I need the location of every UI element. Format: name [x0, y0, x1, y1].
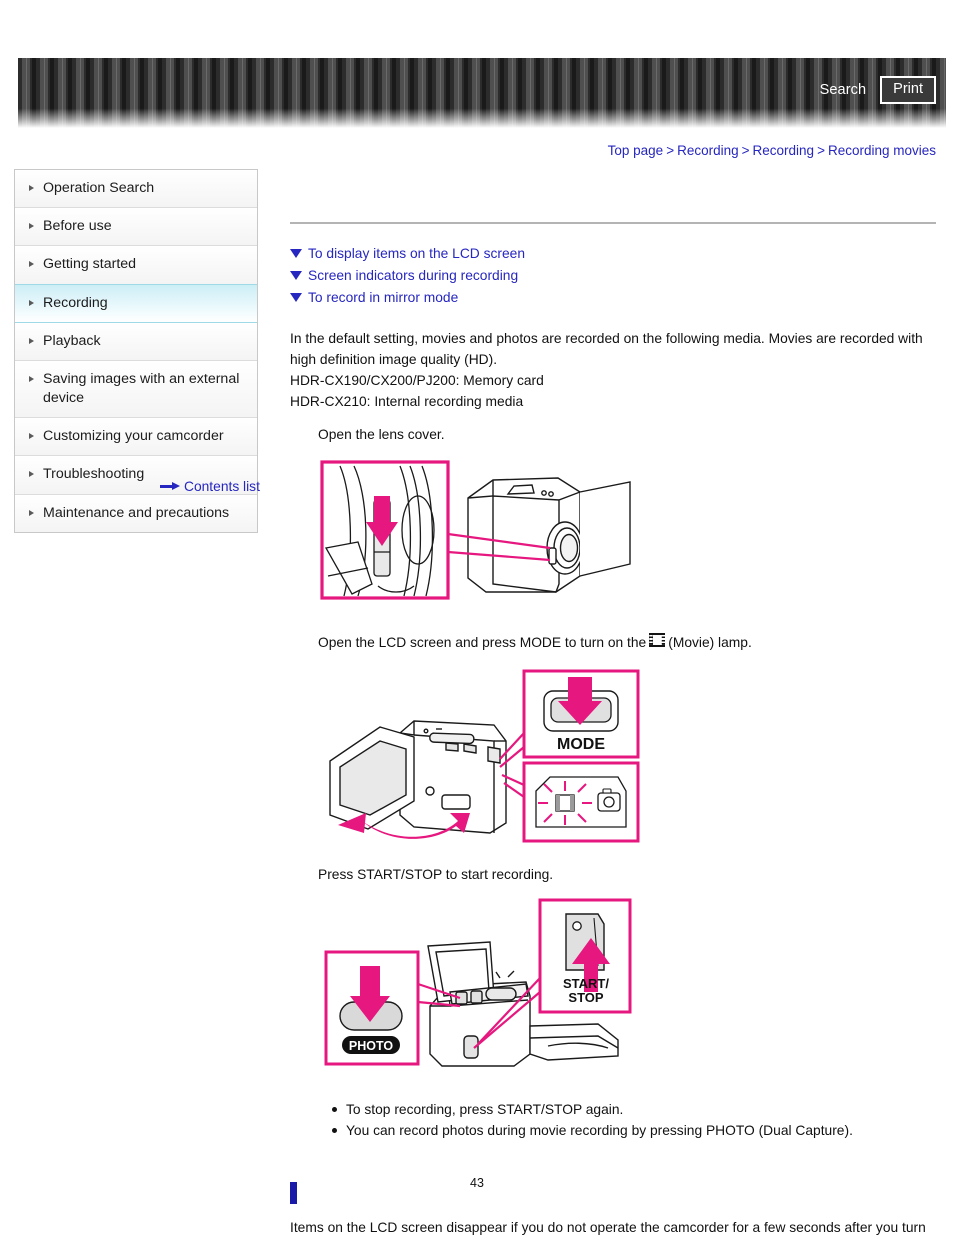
camcorder-mode-button-figure: MODE: [318, 663, 936, 853]
anchor-link-screen-indicators[interactable]: Screen indicators during recording: [290, 268, 936, 283]
arrow-right-icon: [160, 482, 180, 491]
site-header-banner: Search Print: [18, 58, 946, 128]
step-3-text: Press START/STOP to start recording.: [318, 865, 936, 886]
sidebar-item-label: Operation Search: [43, 180, 155, 196]
breadcrumb-separator: >: [666, 143, 675, 158]
sidebar-item-label: Before use: [43, 218, 112, 235]
step-3-label: Press START/STOP to start recording.: [318, 867, 554, 883]
camcorder-lens-cover-diagram: [320, 459, 631, 600]
mode-callout-label: MODE: [557, 736, 605, 753]
step-2-label-after: (Movie) lamp.: [668, 634, 752, 650]
sidebar-item-label: Maintenance and precautions: [43, 504, 230, 521]
movie-film-icon: [649, 632, 666, 647]
triangle-down-icon: [290, 249, 302, 258]
stop-callout-label: STOP: [568, 990, 603, 1005]
intro-line-2: high definition image quality (HD).: [290, 351, 498, 367]
anchor-link-mirror-mode[interactable]: To record in mirror mode: [290, 290, 936, 305]
breadcrumb-item-recording-sub[interactable]: Recording: [753, 143, 815, 158]
sidebar-item-recording[interactable]: Recording: [15, 283, 257, 323]
breadcrumb-item-current: Recording movies: [827, 143, 936, 158]
anchor-link-label: To display items on the LCD screen: [308, 246, 526, 261]
breadcrumb-separator: >: [741, 143, 750, 158]
step-2-label-before: Open the LCD screen and press MODE to tu…: [318, 634, 647, 650]
intro-line-1: In the default setting, movies and photo…: [290, 331, 923, 346]
sidebar-item-maintenance[interactable]: Maintenance and precautions: [15, 494, 257, 532]
search-link[interactable]: Search: [820, 82, 867, 98]
print-button[interactable]: Print: [880, 76, 936, 104]
anchor-link-label: To record in mirror mode: [308, 290, 459, 305]
sidebar-item-operation-search[interactable]: Operation Search: [15, 170, 257, 209]
step-2-text: Open the LCD screen and press MODE to tu…: [318, 632, 936, 654]
main-content: To display items on the LCD screen Scree…: [290, 160, 936, 1238]
sidebar-item-customizing[interactable]: Customizing your camcorder: [15, 418, 257, 457]
bullet-item: You can record photos during movie recor…: [330, 1120, 936, 1141]
contents-list-label: Contents list: [184, 479, 260, 494]
breadcrumb-separator: >: [817, 143, 825, 158]
anchor-link-display-items[interactable]: To display items on the LCD screen: [290, 246, 936, 261]
triangle-down-icon: [290, 293, 302, 302]
step-1-label: Open the lens cover.: [318, 426, 445, 442]
contents-list-link[interactable]: Contents list: [160, 479, 260, 494]
camcorder-mode-button-diagram: MODE: [329, 669, 640, 843]
header-controls: Search Print: [820, 76, 936, 104]
intro-paragraph: In the default setting, movies and photo…: [290, 329, 936, 413]
page-number: 43: [470, 1176, 484, 1190]
sidebar-item-label: Customizing your camcorder: [43, 428, 224, 445]
start-callout-label: START/: [563, 976, 609, 991]
photo-callout-label: PHOTO: [349, 1039, 393, 1053]
sidebar-item-label: Playback: [43, 332, 101, 349]
breadcrumb: Top page > Recording > Recording > Recording m…: [608, 143, 936, 158]
camcorder-lens-cover-figure: [318, 456, 936, 621]
camcorder-start-stop-figure: PHOTO START/ STOP: [318, 896, 936, 1081]
anchor-link-label: Screen indicators during recording: [308, 268, 519, 283]
breadcrumb-item-recording[interactable]: Recording: [677, 143, 739, 158]
intro-line-4: HDR-CX210: Internal recording media: [290, 393, 524, 409]
triangle-down-icon: [290, 271, 302, 280]
breadcrumb-item-top-page[interactable]: Top page: [608, 143, 664, 158]
content-divider: [290, 222, 936, 224]
sidebar-item-label: Recording: [43, 294, 108, 311]
sidebar-item-label: Troubleshooting: [43, 466, 145, 483]
sidebar-item-saving-images[interactable]: Saving images with an external device: [15, 360, 257, 419]
step-1-text: Open the lens cover.: [318, 425, 936, 446]
sidebar-item-playback[interactable]: Playback: [15, 322, 257, 361]
bullet-item: To stop recording, press START/STOP agai…: [330, 1099, 936, 1120]
sidebar-item-before-use[interactable]: Before use: [15, 208, 257, 247]
intro-line-3: HDR-CX190/CX200/PJ200: Memory card: [290, 372, 544, 388]
sidebar-item-label: Saving images with an external device: [43, 370, 240, 407]
sidebar-item-label: Getting started: [43, 256, 137, 273]
notes-bullet-list: To stop recording, press START/STOP agai…: [330, 1099, 936, 1142]
camcorder-start-stop-diagram: PHOTO START/ STOP: [324, 898, 632, 1067]
sidebar-item-getting-started[interactable]: Getting started: [15, 246, 257, 285]
